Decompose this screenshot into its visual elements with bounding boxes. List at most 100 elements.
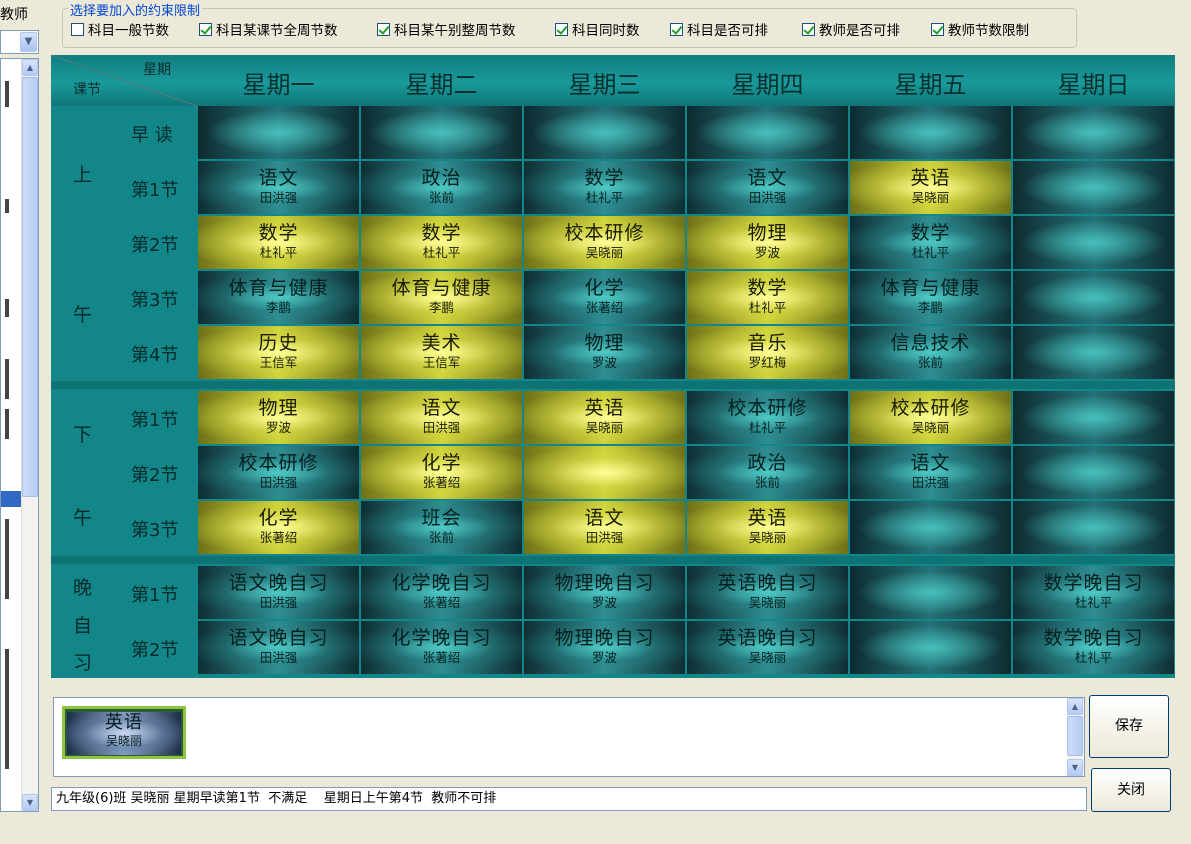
pending-scrollbar[interactable]: ▲ ▼ xyxy=(1067,698,1084,776)
lesson-cell[interactable]: 校本研修 吴晓丽 xyxy=(850,391,1011,444)
lesson-cell[interactable]: 体育与健康 李鹏 xyxy=(361,271,522,324)
lesson-teacher: 杜礼平 xyxy=(748,420,787,435)
teacher-label: 教师 xyxy=(0,7,28,23)
lesson-cell[interactable] xyxy=(1013,271,1174,324)
lesson-cell[interactable]: 英语 吴晓丽 xyxy=(687,501,848,554)
scroll-up-icon[interactable]: ▲ xyxy=(22,59,38,76)
lesson-cell[interactable] xyxy=(850,566,1011,619)
lesson-cell[interactable] xyxy=(850,621,1011,674)
lesson-cell[interactable]: 校本研修 杜礼平 xyxy=(687,391,848,444)
lesson-cell[interactable] xyxy=(1013,446,1174,499)
lesson-cell[interactable] xyxy=(1013,106,1174,159)
lesson-cell[interactable]: 历史 王信军 xyxy=(198,326,359,379)
lesson-cell[interactable]: 物理 罗波 xyxy=(524,326,685,379)
scroll-down-icon[interactable]: ▼ xyxy=(1067,759,1083,776)
lesson-cell[interactable] xyxy=(524,446,685,499)
lesson-cell[interactable]: 物理 罗波 xyxy=(687,216,848,269)
checkbox-unchecked-icon[interactable] xyxy=(71,22,84,36)
constraint-checkbox-4[interactable]: 科目是否可排 xyxy=(670,21,768,39)
checkbox-checked-icon[interactable] xyxy=(555,22,568,36)
lesson-cell[interactable]: 校本研修 吴晓丽 xyxy=(524,216,685,269)
lesson-cell[interactable]: 美术 王信军 xyxy=(361,326,522,379)
lesson-cell[interactable]: 物理晚自习 罗波 xyxy=(524,621,685,674)
constraint-checkbox-2[interactable]: 科目某午别整周节数 xyxy=(377,21,516,39)
teacher-combo[interactable]: ▼ xyxy=(0,30,39,54)
lesson-cell[interactable]: 信息技术 张前 xyxy=(850,326,1011,379)
lesson-cell[interactable]: 数学 杜礼平 xyxy=(687,271,848,324)
lesson-teacher: 李鹏 xyxy=(265,300,291,315)
chevron-down-icon[interactable]: ▼ xyxy=(20,32,37,52)
constraint-label: 科目某课节全周节数 xyxy=(216,23,338,39)
lesson-cell[interactable]: 物理晚自习 罗波 xyxy=(524,566,685,619)
checkbox-checked-icon[interactable] xyxy=(199,22,212,36)
lesson-cell[interactable]: 英语 吴晓丽 xyxy=(850,161,1011,214)
scroll-thumb[interactable] xyxy=(22,77,38,497)
checkbox-checked-icon[interactable] xyxy=(931,22,944,36)
teacher-list-scrollbar[interactable]: ▲ ▼ xyxy=(21,59,38,811)
lesson-cell[interactable] xyxy=(361,106,522,159)
scroll-down-icon[interactable]: ▼ xyxy=(22,794,38,811)
lesson-cell[interactable]: 语文晚自习 田洪强 xyxy=(198,621,359,674)
lesson-cell[interactable]: 数学 杜礼平 xyxy=(361,216,522,269)
pending-lesson-card[interactable]: 英语 吴晓丽 xyxy=(62,706,186,759)
close-button[interactable]: 关闭 xyxy=(1091,768,1171,812)
lesson-cell[interactable]: 英语晚自习 吴晓丽 xyxy=(687,566,848,619)
checkbox-checked-icon[interactable] xyxy=(802,22,815,36)
constraint-checkbox-1[interactable]: 科目某课节全周节数 xyxy=(199,21,338,39)
lesson-cell[interactable]: 数学 杜礼平 xyxy=(524,161,685,214)
teacher-list[interactable]: ▲ ▼ xyxy=(0,58,39,812)
lesson-cell[interactable]: 数学 杜礼平 xyxy=(850,216,1011,269)
lesson-cell[interactable]: 体育与健康 李鹏 xyxy=(198,271,359,324)
lesson-teacher: 田洪强 xyxy=(259,475,298,490)
lesson-cell[interactable] xyxy=(850,106,1011,159)
scroll-thumb[interactable] xyxy=(1067,716,1083,756)
lesson-cell[interactable]: 语文 田洪强 xyxy=(850,446,1011,499)
lesson-subject: 班会 xyxy=(421,507,462,529)
constraint-checkbox-5[interactable]: 教师是否可排 xyxy=(802,21,900,39)
lesson-cell[interactable]: 英语 吴晓丽 xyxy=(524,391,685,444)
checkbox-checked-icon[interactable] xyxy=(377,22,390,36)
day-header: 星期五 xyxy=(894,71,967,99)
lesson-cell[interactable]: 体育与健康 李鹏 xyxy=(850,271,1011,324)
teacher-list-selected-item[interactable] xyxy=(1,491,21,507)
scroll-up-icon[interactable]: ▲ xyxy=(1067,698,1083,715)
lesson-cell[interactable]: 校本研修 田洪强 xyxy=(198,446,359,499)
lesson-cell[interactable] xyxy=(524,106,685,159)
constraint-checkbox-6[interactable]: 教师节数限制 xyxy=(931,21,1029,39)
constraint-checkbox-0[interactable]: 科目一般节数 xyxy=(71,21,169,39)
lesson-cell[interactable] xyxy=(1013,161,1174,214)
lesson-cell[interactable]: 化学晚自习 张著绍 xyxy=(361,621,522,674)
lesson-cell[interactable]: 英语晚自习 吴晓丽 xyxy=(687,621,848,674)
lesson-teacher: 杜礼平 xyxy=(585,190,624,205)
lesson-cell[interactable] xyxy=(1013,501,1174,554)
lesson-cell[interactable]: 数学晚自习 杜礼平 xyxy=(1013,566,1174,619)
lesson-cell[interactable]: 语文 田洪强 xyxy=(198,161,359,214)
lesson-cell[interactable]: 物理 罗波 xyxy=(198,391,359,444)
lesson-cell[interactable]: 化学 张著绍 xyxy=(524,271,685,324)
lesson-cell[interactable]: 语文 田洪强 xyxy=(361,391,522,444)
lesson-cell[interactable]: 政治 张前 xyxy=(687,446,848,499)
lesson-cell[interactable] xyxy=(850,501,1011,554)
lesson-cell[interactable]: 化学 张著绍 xyxy=(198,501,359,554)
lesson-cell[interactable] xyxy=(198,106,359,159)
lesson-cell[interactable]: 政治 张前 xyxy=(361,161,522,214)
lesson-cell[interactable] xyxy=(687,106,848,159)
lesson-cell[interactable] xyxy=(1013,326,1174,379)
lesson-cell[interactable] xyxy=(1013,391,1174,444)
checkbox-checked-icon[interactable] xyxy=(670,22,683,36)
pending-lessons-area[interactable]: 英语 吴晓丽 ▲ ▼ xyxy=(53,697,1085,777)
lesson-cell[interactable]: 数学 杜礼平 xyxy=(198,216,359,269)
save-button[interactable]: 保存 xyxy=(1089,695,1169,758)
lesson-cell[interactable]: 数学晚自习 杜礼平 xyxy=(1013,621,1174,674)
lesson-cell[interactable]: 班会 张前 xyxy=(361,501,522,554)
lesson-cell[interactable]: 语文 田洪强 xyxy=(687,161,848,214)
lesson-cell[interactable]: 化学 张著绍 xyxy=(361,446,522,499)
lesson-cell[interactable]: 化学晚自习 张著绍 xyxy=(361,566,522,619)
lesson-cell[interactable]: 音乐 罗红梅 xyxy=(687,326,848,379)
constraint-checkbox-3[interactable]: 科目同时数 xyxy=(555,21,640,39)
lesson-cell[interactable]: 语文晚自习 田洪强 xyxy=(198,566,359,619)
lesson-subject: 语文 xyxy=(258,167,299,189)
lesson-teacher: 张著绍 xyxy=(422,650,461,665)
lesson-cell[interactable]: 语文 田洪强 xyxy=(524,501,685,554)
lesson-cell[interactable] xyxy=(1013,216,1174,269)
